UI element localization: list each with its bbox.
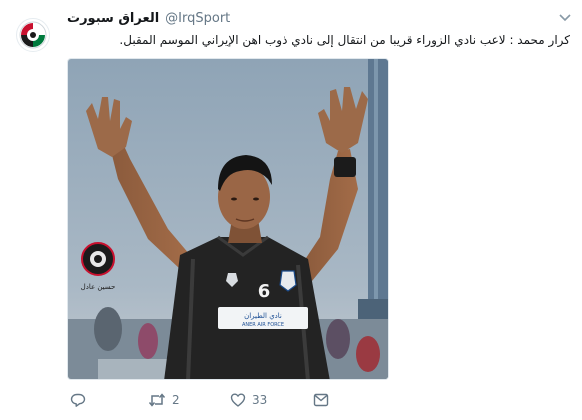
sponsor-text: نادي الطيران	[244, 312, 282, 320]
like-count: 33	[252, 393, 268, 407]
reply-icon	[70, 393, 86, 407]
tweet-text: كرار محمد : لاعب نادي الزوراء قريبا من ا…	[119, 33, 570, 47]
like-button[interactable]: 33	[230, 390, 267, 410]
retweet-count: 2	[172, 393, 180, 407]
player-photo: نادي الطيران ANER AIR FORCE 6 حسين عادل	[68, 59, 388, 379]
tweet-card[interactable]: العراق سبورت @IrqSport كرار محمد : لاعب …	[0, 0, 582, 420]
avatar[interactable]	[16, 18, 50, 52]
retweet-button[interactable]: 2	[148, 390, 180, 410]
tweet-header: العراق سبورت @IrqSport	[67, 9, 230, 27]
display-name[interactable]: العراق سبورت	[67, 11, 159, 26]
avatar-logo	[19, 21, 47, 49]
tweet-media-photo[interactable]: نادي الطيران ANER AIR FORCE 6 حسين عادل	[67, 58, 389, 380]
heart-icon	[230, 393, 246, 407]
reply-button[interactable]	[70, 390, 86, 410]
direct-message-icon	[313, 393, 329, 407]
sponsor-subtext: ANER AIR FORCE	[242, 322, 284, 328]
chevron-down-icon[interactable]	[558, 12, 572, 24]
watermark-text: حسين عادل	[81, 283, 116, 291]
direct-message-button[interactable]	[313, 390, 329, 410]
user-handle[interactable]: @IrqSport	[165, 11, 230, 26]
retweet-icon	[148, 393, 166, 407]
jersey-number: 6	[258, 281, 271, 302]
